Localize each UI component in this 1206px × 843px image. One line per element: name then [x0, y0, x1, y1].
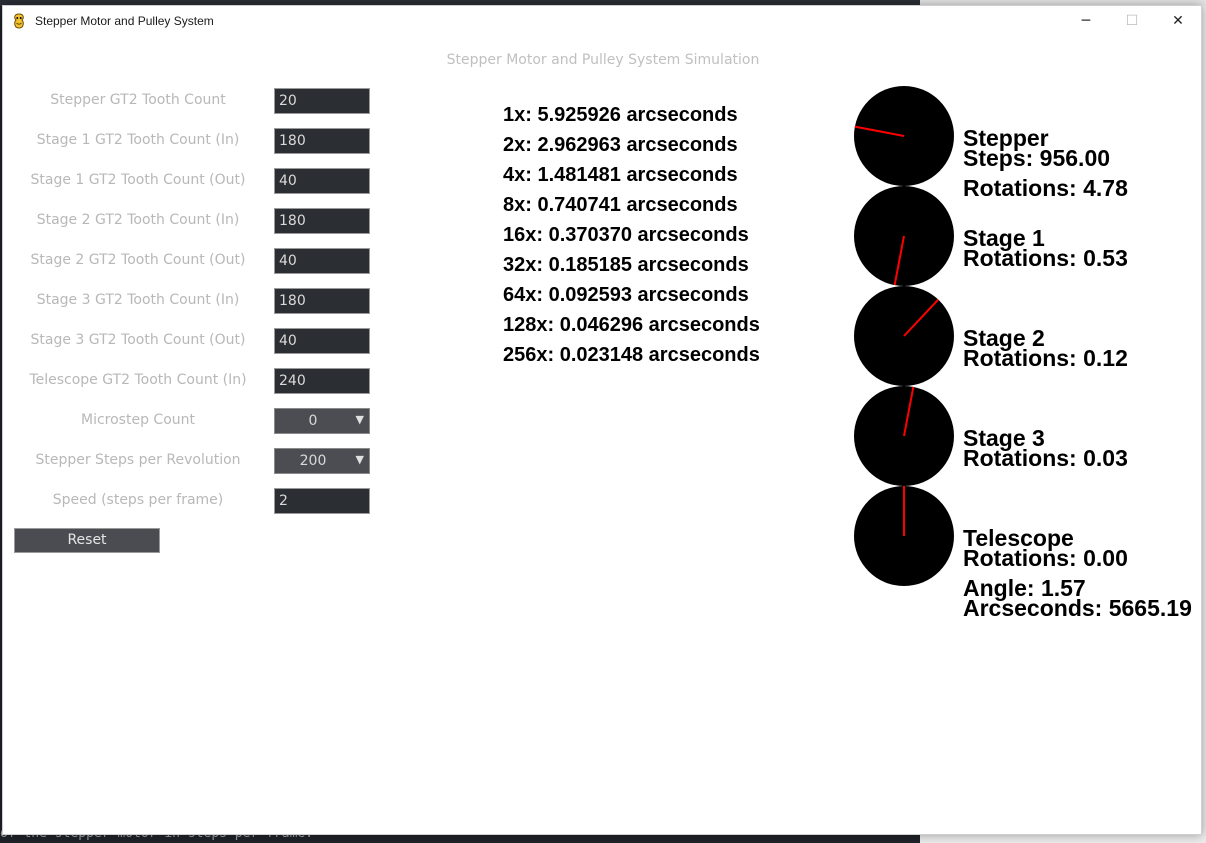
field-speed: Speed (steps per frame) 2 — [15, 488, 375, 514]
field-label: Telescope GT2 Tooth Count (In) — [29, 372, 247, 388]
microstep-count-dropdown[interactable]: 0 ▼ — [274, 408, 370, 434]
stepper-tooth-count-input[interactable]: 20 — [274, 88, 370, 114]
field-stage3-tooth-count-in: Stage 3 GT2 Tooth Count (In) 180 — [15, 288, 375, 314]
resolution-line: 256x: 0.023148 arcseconds — [503, 344, 760, 366]
dropdown-value: 200 — [299, 453, 327, 469]
resolution-line: 128x: 0.046296 arcseconds — [503, 314, 760, 336]
maximize-button[interactable]: ☐ — [1109, 6, 1155, 36]
title-bar[interactable]: Stepper Motor and Pulley System ─ ☐ ✕ — [3, 6, 1201, 36]
field-stage3-tooth-count-out: Stage 3 GT2 Tooth Count (Out) 40 — [15, 328, 375, 354]
resolution-line: 64x: 0.092593 arcseconds — [503, 284, 749, 306]
stage3-in-tooth-count-input[interactable]: 180 — [274, 288, 370, 314]
field-stage1-tooth-count-out: Stage 1 GT2 Tooth Count (Out) 40 — [15, 168, 375, 194]
stage1-in-tooth-count-input[interactable]: 180 — [274, 128, 370, 154]
resolution-line: 2x: 2.962963 arcseconds — [503, 134, 738, 156]
field-label: Stage 1 GT2 Tooth Count (In) — [36, 132, 240, 148]
field-steps-per-revolution: Stepper Steps per Revolution 200 ▼ — [15, 448, 375, 474]
stepper-steps: Steps: 956.00 — [963, 145, 1111, 171]
resolution-line: 4x: 1.481481 arcseconds — [503, 164, 738, 186]
resolution-line: 1x: 5.925926 arcseconds — [503, 104, 738, 126]
app-window: Stepper Motor and Pulley System ─ ☐ ✕ St… — [2, 5, 1202, 835]
telescope-disk — [854, 486, 954, 586]
stage1-out-tooth-count-input[interactable]: 40 — [274, 168, 370, 194]
stage1-disk — [854, 186, 954, 286]
telescope-rotations: Rotations: 0.00 — [963, 545, 1128, 571]
simulation-title: Stepper Motor and Pulley System Simulati… — [446, 52, 760, 68]
minimize-button[interactable]: ─ — [1063, 6, 1109, 36]
field-label: Stage 3 GT2 Tooth Count (In) — [36, 292, 240, 308]
field-label: Stepper GT2 Tooth Count — [50, 92, 226, 108]
window-title: Stepper Motor and Pulley System — [35, 14, 214, 28]
resolution-line: 8x: 0.740741 arcseconds — [503, 194, 738, 216]
close-button[interactable]: ✕ — [1155, 6, 1201, 36]
stage1-rotations: Rotations: 0.53 — [963, 245, 1128, 271]
window-controls: ─ ☐ ✕ — [1063, 6, 1201, 36]
dropdown-arrow-icon: ▼ — [355, 413, 364, 426]
field-label: Stage 2 GT2 Tooth Count (Out) — [30, 252, 246, 268]
stage2-out-tooth-count-input[interactable]: 40 — [274, 248, 370, 274]
stage2-rotations: Rotations: 0.12 — [963, 345, 1128, 371]
resolution-line: 32x: 0.185185 arcseconds — [503, 254, 749, 276]
simulation-canvas: Stepper Motor and Pulley System Simulati… — [3, 36, 1201, 834]
field-stage1-tooth-count-in: Stage 1 GT2 Tooth Count (In) 180 — [15, 128, 375, 154]
resolution-line: 16x: 0.370370 arcseconds — [503, 224, 749, 246]
reset-button[interactable]: Reset — [14, 528, 160, 553]
field-stage2-tooth-count-in: Stage 2 GT2 Tooth Count (In) 180 — [15, 208, 375, 234]
field-label: Stage 2 GT2 Tooth Count (In) — [36, 212, 240, 228]
dropdown-value: 0 — [308, 413, 318, 429]
field-label: Stepper Steps per Revolution — [35, 452, 241, 468]
field-label: Stage 3 GT2 Tooth Count (Out) — [30, 332, 246, 348]
steps-per-revolution-dropdown[interactable]: 200 ▼ — [274, 448, 370, 474]
field-telescope-tooth-count-in: Telescope GT2 Tooth Count (In) 240 — [15, 368, 375, 394]
field-stepper-tooth-count: Stepper GT2 Tooth Count 20 — [15, 88, 375, 114]
field-label: Microstep Count — [81, 412, 195, 428]
speed-input[interactable]: 2 — [274, 488, 370, 514]
field-microstep-count: Microstep Count 0 ▼ — [15, 408, 375, 434]
field-label: Stage 1 GT2 Tooth Count (Out) — [30, 172, 246, 188]
stage3-disk — [854, 386, 954, 486]
stepper-rotations: Rotations: 4.78 — [963, 175, 1128, 201]
stage3-rotations: Rotations: 0.03 — [963, 445, 1128, 471]
field-stage2-tooth-count-out: Stage 2 GT2 Tooth Count (Out) 40 — [15, 248, 375, 274]
stage2-in-tooth-count-input[interactable]: 180 — [274, 208, 370, 234]
stage2-disk — [854, 286, 954, 386]
telescope-arcseconds: Arcseconds: 5665.19 — [963, 595, 1192, 621]
telescope-in-tooth-count-input[interactable]: 240 — [274, 368, 370, 394]
stage3-out-tooth-count-input[interactable]: 40 — [274, 328, 370, 354]
field-label: Speed (steps per frame) — [52, 492, 224, 508]
stepper-disk — [854, 86, 954, 186]
pygame-snake-icon — [11, 13, 27, 29]
dropdown-arrow-icon: ▼ — [355, 453, 364, 466]
